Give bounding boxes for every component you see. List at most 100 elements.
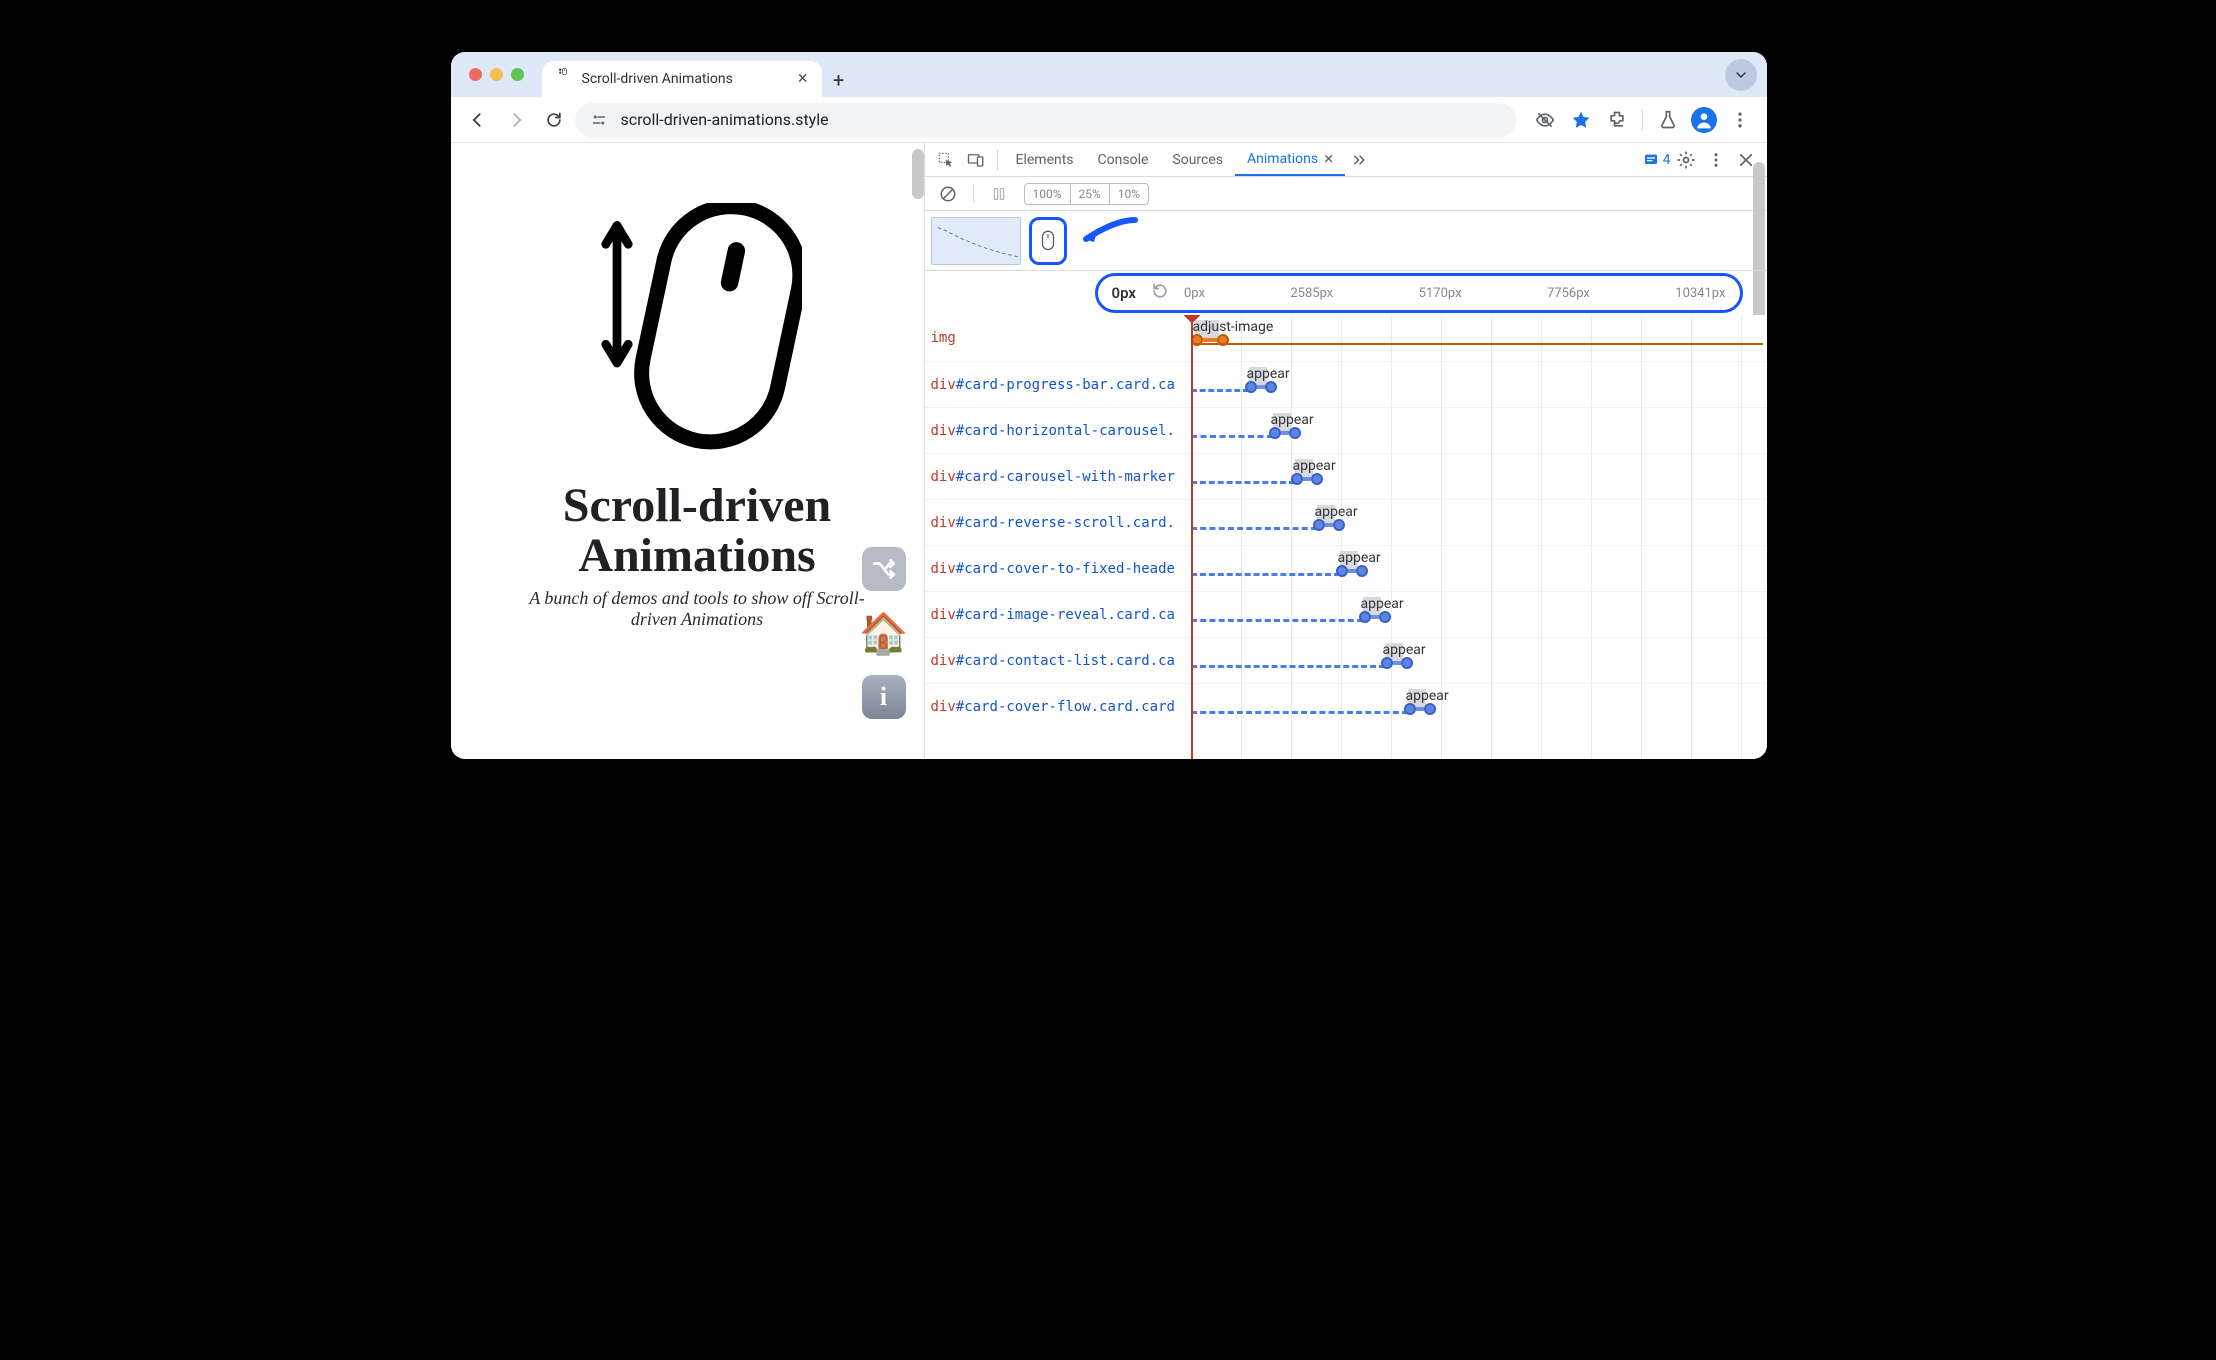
timeline-lane[interactable]: appear	[1191, 362, 1763, 407]
forward-button[interactable]	[499, 103, 533, 137]
animation-name-label: appear	[1383, 642, 1426, 658]
element-selector: div#card-image-reveal.card.ca	[925, 607, 1191, 623]
element-selector: div#card-cover-flow.card.card	[925, 699, 1191, 715]
home-emoji-button[interactable]: 🏠	[862, 611, 906, 655]
devtools-menu-icon[interactable]	[1701, 145, 1731, 175]
clear-all-icon[interactable]	[933, 179, 963, 209]
shuffle-button[interactable]	[862, 547, 906, 591]
animation-row[interactable]: div#card-cover-flow.card.card appear	[925, 683, 1767, 729]
keyframe-segment[interactable]	[1336, 568, 1368, 574]
info-button[interactable]: i	[862, 675, 906, 719]
playback-speed-group[interactable]: 100% 25% 10%	[1024, 183, 1150, 205]
element-selector: div#card-carousel-with-marker	[925, 469, 1191, 485]
tab-console[interactable]: Console	[1086, 143, 1161, 176]
playhead[interactable]	[1191, 315, 1193, 759]
tab-close-icon[interactable]: ×	[798, 70, 808, 88]
eye-off-icon[interactable]	[1528, 103, 1562, 137]
page-title: Scroll-drivenAnimations	[501, 481, 894, 582]
element-selector: img	[925, 330, 1191, 346]
element-selector: div#card-contact-list.card.ca	[925, 653, 1191, 669]
group-preview-thumbnail[interactable]	[931, 217, 1021, 265]
close-icon[interactable]: ×	[1324, 149, 1333, 169]
timeline-lane[interactable]: appear	[1191, 408, 1763, 453]
browser-window: Scroll-driven Animations × + scroll-driv…	[451, 52, 1767, 759]
pause-all-icon[interactable]	[984, 179, 1014, 209]
tab-animations[interactable]: Animations×	[1235, 143, 1345, 176]
keyframe-segment[interactable]	[1191, 337, 1229, 343]
timeline-lane[interactable]: appear	[1191, 638, 1763, 683]
window-controls	[463, 52, 532, 97]
animation-row[interactable]: div#card-contact-list.card.ca appear	[925, 637, 1767, 683]
timeline-scrubber: 0px 0px 2585px 5170px 7756px 10341px	[925, 271, 1767, 315]
tab-sources[interactable]: Sources	[1160, 143, 1235, 176]
keyframe-segment[interactable]	[1245, 384, 1277, 390]
bookmark-star-icon[interactable]	[1564, 103, 1598, 137]
reload-button[interactable]	[537, 103, 571, 137]
keyframe-segment[interactable]	[1404, 706, 1436, 712]
timeline-lane[interactable]: appear	[1191, 546, 1763, 591]
keyframe-segment[interactable]	[1359, 614, 1391, 620]
page-scrollbar[interactable]	[912, 149, 924, 199]
new-tab-button[interactable]: +	[822, 63, 856, 97]
timeline-lane[interactable]: appear	[1191, 454, 1763, 499]
page-subtitle: A bunch of demos and tools to show off S…	[527, 588, 867, 630]
element-selector: div#card-progress-bar.card.ca	[925, 377, 1191, 393]
extensions-icon[interactable]	[1600, 103, 1634, 137]
element-selector: div#card-horizontal-carousel.	[925, 423, 1191, 439]
keyframe-segment[interactable]	[1269, 430, 1301, 436]
labs-icon[interactable]	[1651, 103, 1685, 137]
device-toolbar-icon[interactable]	[961, 145, 991, 175]
timeline-lane[interactable]: adjust-image	[1191, 315, 1763, 361]
content-split: Scroll-drivenAnimations A bunch of demos…	[451, 143, 1767, 759]
browser-tab[interactable]: Scroll-driven Animations ×	[542, 61, 822, 97]
minimize-window-button[interactable]	[490, 68, 503, 81]
address-bar[interactable]: scroll-driven-animations.style	[575, 103, 1516, 137]
profile-avatar[interactable]	[1687, 103, 1721, 137]
window-dropdown-button[interactable]	[1725, 59, 1757, 91]
animation-row[interactable]: div#card-carousel-with-markerappear	[925, 453, 1767, 499]
page-viewport[interactable]: Scroll-drivenAnimations A bunch of demos…	[451, 143, 924, 759]
tab-strip: Scroll-driven Animations × +	[451, 52, 1767, 97]
scrubber-position: 0px	[1112, 284, 1137, 302]
animation-row[interactable]: imgadjust-image	[925, 315, 1767, 361]
timeline-lane[interactable]: appear	[1191, 684, 1763, 729]
close-window-button[interactable]	[469, 68, 482, 81]
timeline-lane[interactable]: appear	[1191, 592, 1763, 637]
animation-name-label: appear	[1361, 596, 1404, 612]
animation-row[interactable]: div#card-reverse-scroll.card.appear	[925, 499, 1767, 545]
element-selector: div#card-reverse-scroll.card.	[925, 515, 1191, 531]
replay-icon[interactable]	[1150, 281, 1170, 305]
keyframe-segment[interactable]	[1381, 660, 1413, 666]
devtools-tabstrip: Elements Console Sources Animations× 4	[925, 143, 1767, 177]
timeline-lane[interactable]: appear	[1191, 500, 1763, 545]
element-selector: div#card-cover-to-fixed-heade	[925, 561, 1191, 577]
keyframe-segment[interactable]	[1291, 476, 1323, 482]
scrubber-highlight-box: 0px 0px 2585px 5170px 7756px 10341px	[1095, 273, 1743, 313]
tab-elements[interactable]: Elements	[1004, 143, 1086, 176]
animations-toolbar: 100% 25% 10%	[925, 177, 1767, 211]
back-button[interactable]	[461, 103, 495, 137]
more-tabs-icon[interactable]	[1345, 145, 1375, 175]
scroll-driven-badge[interactable]	[1029, 217, 1067, 265]
keyframe-segment[interactable]	[1313, 522, 1345, 528]
tab-title: Scroll-driven Animations	[582, 71, 733, 87]
animation-name-label: appear	[1338, 550, 1381, 566]
animation-list: imgadjust-imagediv#card-progress-bar.car…	[925, 315, 1767, 759]
maximize-window-button[interactable]	[511, 68, 524, 81]
site-logo	[501, 203, 894, 453]
animation-name-label: appear	[1406, 688, 1449, 704]
inspect-element-icon[interactable]	[931, 145, 961, 175]
url-text: scroll-driven-animations.style	[621, 110, 829, 129]
animation-row[interactable]: div#card-horizontal-carousel.appear	[925, 407, 1767, 453]
chrome-menu-icon[interactable]	[1723, 103, 1757, 137]
issues-badge[interactable]: 4	[1643, 152, 1671, 168]
animation-row[interactable]: div#card-image-reveal.card.ca appear	[925, 591, 1767, 637]
tab-favicon	[556, 68, 572, 90]
animation-name-label: appear	[1247, 366, 1290, 382]
animation-row[interactable]: div#card-progress-bar.card.ca appear	[925, 361, 1767, 407]
browser-toolbar: scroll-driven-animations.style	[451, 97, 1767, 143]
settings-gear-icon[interactable]	[1671, 145, 1701, 175]
site-settings-icon[interactable]	[587, 111, 611, 129]
animation-row[interactable]: div#card-cover-to-fixed-heade appear	[925, 545, 1767, 591]
animation-group-row	[925, 211, 1767, 271]
